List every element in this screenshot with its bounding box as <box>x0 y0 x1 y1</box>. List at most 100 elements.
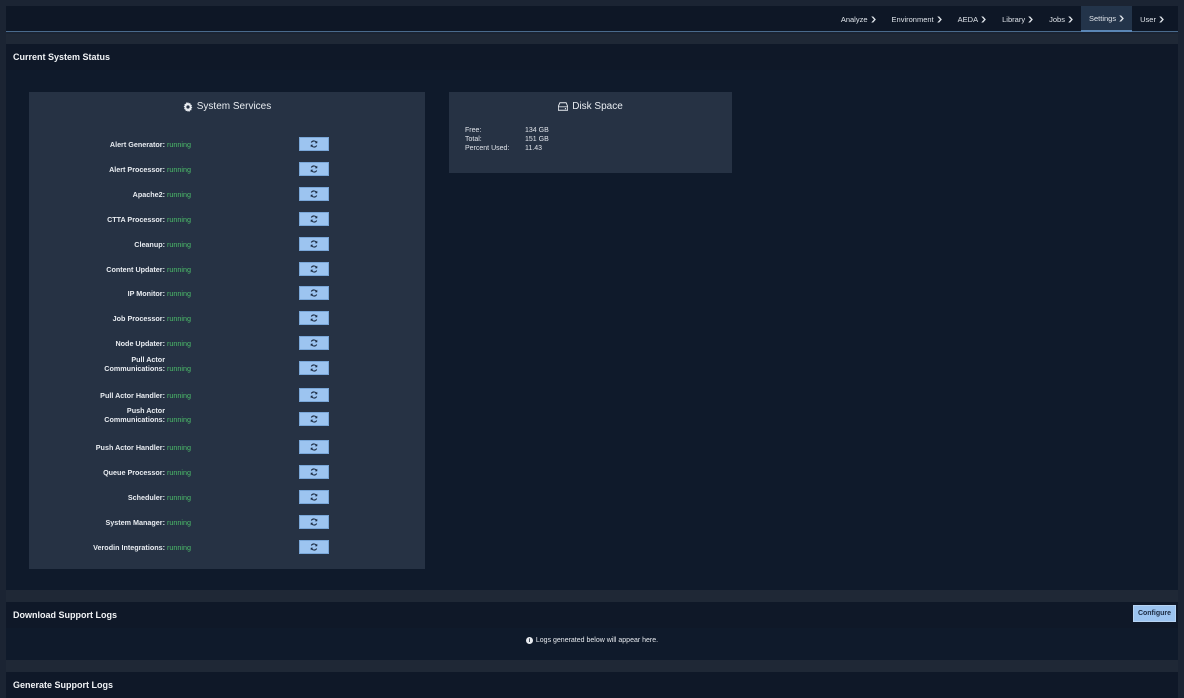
logs-note: i Logs generated below will appear here. <box>6 637 1178 644</box>
service-status: running <box>167 165 191 174</box>
restart-service-button[interactable] <box>299 412 329 426</box>
restart-service-button[interactable] <box>299 162 329 176</box>
service-name-line2: CTTA Processor: <box>107 215 165 224</box>
refresh-icon <box>310 339 318 347</box>
refresh-icon <box>310 190 318 198</box>
nav-user[interactable]: User ❯ <box>1132 6 1172 32</box>
status-panel-title: Current System Status <box>13 52 111 62</box>
service-name: Content Updater: <box>106 265 165 274</box>
nav-user-label: User <box>1140 14 1156 24</box>
nav-library[interactable]: Library ❯ <box>994 6 1041 32</box>
restart-service-button[interactable] <box>299 311 329 325</box>
service-status: running <box>167 190 191 199</box>
restart-service-button[interactable] <box>299 212 329 226</box>
service-row: Pull Actor Handler: running <box>29 388 425 408</box>
service-name: Queue Processor: <box>103 468 165 477</box>
status-panel-body: System Services Alert Generator: running A… <box>6 70 1178 590</box>
service-name-line2: IP Monitor: <box>127 289 165 298</box>
service-name-line2: Push Actor Handler: <box>95 443 165 452</box>
refresh-icon <box>310 240 318 248</box>
service-name: Node Updater: <box>115 339 165 348</box>
refresh-icon <box>310 140 318 148</box>
service-name: IP Monitor: <box>128 289 165 298</box>
disk-percent-row: Percent Used: 11.43 <box>465 144 542 153</box>
configure-button[interactable]: Configure <box>1132 605 1176 622</box>
nav-environment-label: Environment <box>891 14 934 24</box>
service-status: running <box>167 391 191 400</box>
chevron-down-icon: ❯ <box>1118 15 1126 22</box>
restart-service-button[interactable] <box>299 465 329 479</box>
service-name: CTTA Processor: <box>107 215 165 224</box>
service-name: Push Actor Handler: <box>96 443 165 452</box>
service-row: Job Processor: running <box>29 311 425 331</box>
restart-service-button[interactable] <box>299 262 329 276</box>
disk-space-title: Disk Space <box>449 101 732 112</box>
service-name-line2: Verodin Integrations: <box>93 543 165 552</box>
service-row: Pull Actor Communications: running <box>29 355 425 381</box>
service-row: Scheduler: running <box>29 490 425 510</box>
nav-analyze-label: Analyze <box>840 14 868 24</box>
service-name: Apache2: <box>133 190 165 199</box>
restart-service-button[interactable] <box>299 137 329 151</box>
service-row: Content Updater: running <box>29 262 425 282</box>
service-name-line2: Cleanup: <box>134 240 165 249</box>
service-name: Job Processor: <box>113 314 165 323</box>
service-name: Push Actor Communications: <box>104 406 165 424</box>
chevron-down-icon: ❯ <box>1027 16 1035 23</box>
nav-jobs-label: Jobs <box>1049 14 1065 24</box>
restart-service-button[interactable] <box>299 388 329 402</box>
download-panel-header: Download Support Logs Configure <box>6 602 1178 628</box>
restart-service-button[interactable] <box>299 361 329 375</box>
restart-service-button[interactable] <box>299 490 329 504</box>
service-status: running <box>167 140 191 149</box>
restart-service-button[interactable] <box>299 440 329 454</box>
refresh-icon <box>310 289 318 297</box>
service-status: running <box>167 468 191 477</box>
service-status: running <box>167 289 191 298</box>
disk-percent-label: Percent Used: <box>465 145 510 152</box>
nav-analyze[interactable]: Analyze ❯ <box>833 6 884 32</box>
service-status: running <box>167 364 191 373</box>
service-name: Alert Generator: <box>110 140 165 149</box>
nav-environment[interactable]: Environment ❯ <box>884 6 950 32</box>
service-row: Push Actor Communications: running <box>29 406 425 432</box>
generate-panel-title: Generate Support Logs <box>13 680 114 690</box>
service-name-line2: Communications: <box>104 364 165 373</box>
disk-total-label: Total: <box>465 136 482 143</box>
disk-percent-value: 11.43 <box>525 145 542 152</box>
chevron-down-icon: ❯ <box>1066 16 1074 23</box>
service-name-line2: Scheduler: <box>127 493 165 502</box>
service-status: running <box>167 543 191 552</box>
service-name-line2: Alert Processor: <box>109 165 165 174</box>
service-status: running <box>167 314 191 323</box>
service-name-line2: Communications: <box>104 415 165 424</box>
page-content: Current System Status System Services Al… <box>6 34 1178 698</box>
service-row: Node Updater: running <box>29 336 425 356</box>
service-row: Queue Processor: running <box>29 465 425 485</box>
restart-service-button[interactable] <box>299 336 329 350</box>
nav-jobs[interactable]: Jobs ❯ <box>1041 6 1081 32</box>
restart-service-button[interactable] <box>299 515 329 529</box>
restart-service-button[interactable] <box>299 286 329 300</box>
restart-service-button[interactable] <box>299 540 329 554</box>
info-icon: i <box>525 637 533 644</box>
hard-drive-icon <box>558 102 569 111</box>
refresh-icon <box>310 518 318 526</box>
disk-free-value: 134 GB <box>525 127 549 134</box>
nav-aeda[interactable]: AEDA ❯ <box>950 6 994 32</box>
disk-total-value: 151 GB <box>525 136 549 143</box>
service-row: Push Actor Handler: running <box>29 440 425 460</box>
restart-service-button[interactable] <box>299 187 329 201</box>
chevron-down-icon: ❯ <box>935 16 943 23</box>
refresh-icon <box>310 165 318 173</box>
logs-note-text: Logs generated below will appear here. <box>535 637 659 644</box>
nav-settings[interactable]: Settings ❯ <box>1080 6 1133 32</box>
service-name: Scheduler: <box>128 493 165 502</box>
refresh-icon <box>310 265 318 273</box>
service-status: running <box>167 415 191 424</box>
service-status: running <box>167 493 191 502</box>
restart-service-button[interactable] <box>299 237 329 251</box>
gear-icon <box>183 101 193 112</box>
service-row: IP Monitor: running <box>29 286 425 306</box>
service-name-line2: Apache2: <box>132 190 165 199</box>
